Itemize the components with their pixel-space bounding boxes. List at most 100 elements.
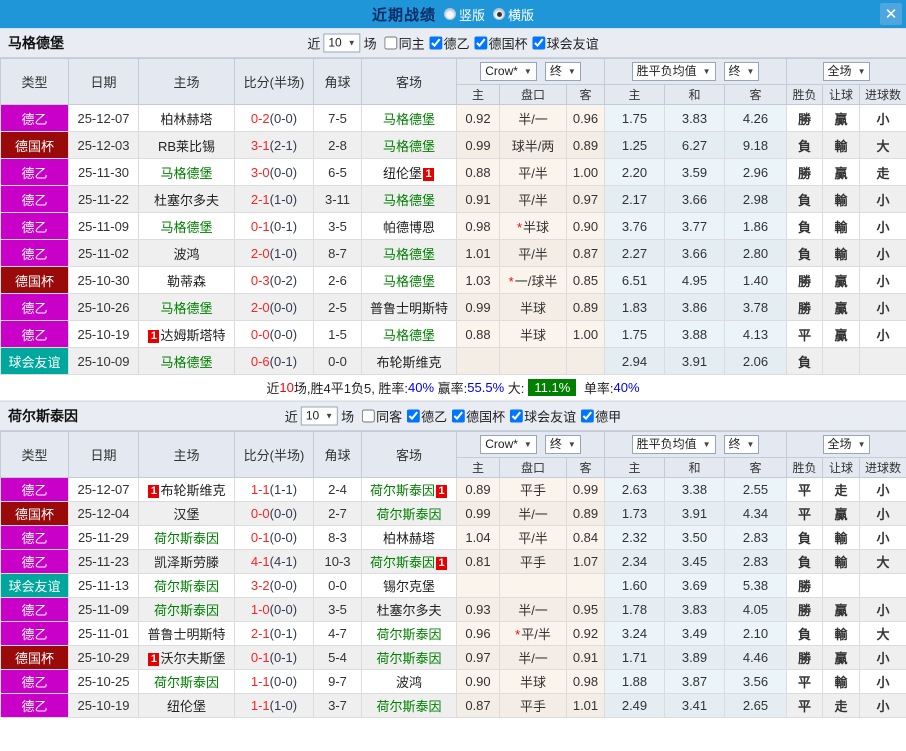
odds-source-select[interactable]: Crow* ▼	[480, 435, 537, 454]
matches-tbody: 德乙 25-12-07 柏林赫塔 0-2(0-0) 7-5 马格德堡 0.92 …	[0, 104, 906, 375]
avg-home-cell: 2.17	[604, 185, 665, 213]
home-team-name[interactable]: 纽伦堡	[167, 699, 206, 714]
away-team-name[interactable]: 荷尔斯泰因	[376, 627, 441, 642]
avg-draw-cell: 3.87	[664, 669, 725, 694]
away-team-name[interactable]: 荷尔斯泰因	[376, 507, 441, 522]
home-team-cell: 1 布轮斯维克	[138, 477, 235, 502]
filter-checkbox[interactable]: 德乙	[407, 407, 447, 426]
home-team-name[interactable]: 勒蒂森	[167, 274, 206, 289]
away-team-name[interactable]: 纽伦堡	[383, 166, 422, 181]
avg-source-select[interactable]: 胜平负均值 ▼	[631, 62, 716, 81]
chevron-down-icon: ▼	[567, 440, 576, 449]
handicap-cell: 平/半	[499, 158, 567, 186]
checkbox-input[interactable]	[407, 409, 421, 423]
avg-source-select[interactable]: 胜平负均值 ▼	[631, 435, 716, 454]
away-team-name[interactable]: 普鲁士明斯特	[370, 301, 448, 316]
filter-checkbox[interactable]: 德甲	[581, 407, 621, 426]
home-team-name[interactable]: 汉堡	[173, 507, 199, 522]
avg-home-cell: 2.63	[604, 477, 665, 502]
filter-checkbox[interactable]: 同主	[384, 34, 425, 53]
away-team-name[interactable]: 波鸿	[396, 675, 422, 690]
layout-radio-horizontal[interactable]: 横版	[493, 5, 534, 24]
home-team-name[interactable]: 杜塞尔多夫	[154, 193, 219, 208]
away-team-name[interactable]: 荷尔斯泰因	[370, 483, 435, 498]
corner-cell: 3-5	[313, 212, 362, 240]
home-team-name[interactable]: 荷尔斯泰因	[154, 603, 219, 618]
home-team-name[interactable]: 普鲁士明斯特	[147, 627, 225, 642]
home-team-name[interactable]: 马格德堡	[160, 355, 212, 370]
away-team-name[interactable]: 荷尔斯泰因	[376, 651, 441, 666]
home-team-name[interactable]: 马格德堡	[160, 220, 212, 235]
away-team-name[interactable]: 马格德堡	[383, 193, 435, 208]
result-goals-cell: 小	[859, 597, 906, 622]
filter-checkbox[interactable]: 球会友谊	[532, 34, 599, 53]
filter-bar: 近 10 ▼ 场 同主 德乙 德国杯 球会友谊	[307, 33, 599, 53]
match-row: 德国杯 25-12-04 汉堡 0-0(0-0) 2-7 荷尔斯泰因 0.99 …	[0, 501, 906, 526]
away-team-name[interactable]: 杜塞尔多夫	[376, 603, 441, 618]
radio-icon[interactable]	[443, 8, 456, 20]
away-team-name[interactable]: 柏林赫塔	[383, 531, 435, 546]
avg-draw-cell: 4.95	[664, 266, 725, 294]
odds-period-select[interactable]: 终 ▼	[544, 435, 581, 454]
away-team-name[interactable]: 马格德堡	[383, 274, 435, 289]
checkbox-input[interactable]	[532, 36, 546, 50]
home-team-name[interactable]: 荷尔斯泰因	[154, 579, 219, 594]
home-team-name[interactable]: 波鸿	[173, 247, 199, 262]
close-button[interactable]: ✕	[880, 3, 902, 25]
away-team-name[interactable]: 荷尔斯泰因	[376, 699, 441, 714]
full-time-score: 0-0	[250, 506, 270, 521]
avg-home-cell: 2.32	[604, 525, 665, 550]
match-count-select[interactable]: 10 ▼	[300, 406, 339, 426]
radio-selected-icon[interactable]	[493, 8, 505, 20]
odds-period-select[interactable]: 终 ▼	[544, 62, 581, 81]
home-team-name[interactable]: 马格德堡	[160, 301, 212, 316]
away-team-name[interactable]: 马格德堡	[383, 139, 435, 154]
home-team-name[interactable]: 凯泽斯劳滕	[154, 555, 219, 570]
filter-checkbox[interactable]: 德国杯	[474, 34, 528, 53]
checkbox-input[interactable]	[384, 36, 398, 50]
corner-cell: 2-7	[313, 501, 362, 526]
checkbox-input[interactable]	[474, 36, 488, 50]
avg-period-select[interactable]: 终 ▼	[723, 435, 760, 454]
match-count-select[interactable]: 10 ▼	[323, 33, 361, 53]
away-team-name[interactable]: 帕德博恩	[383, 220, 435, 235]
home-team-name[interactable]: RB莱比锡	[158, 139, 215, 154]
avg-period-select[interactable]: 终 ▼	[723, 62, 760, 81]
home-team-name[interactable]: 柏林赫塔	[160, 112, 212, 127]
away-team-name[interactable]: 荷尔斯泰因	[370, 555, 435, 570]
filter-checkbox[interactable]: 德国杯	[452, 407, 505, 426]
result-scope-select[interactable]: 全场 ▼	[822, 62, 871, 81]
filter-checkbox[interactable]: 德乙	[429, 34, 470, 53]
full-time-score: 2-1	[250, 191, 270, 207]
avg-home-cell: 3.76	[604, 212, 665, 240]
away-team-cell: 锡尔克堡	[361, 573, 457, 598]
odds-source-select[interactable]: Crow* ▼	[480, 62, 537, 81]
away-team-name[interactable]: 马格德堡	[383, 247, 435, 262]
filter-checkbox[interactable]: 同客	[362, 407, 402, 426]
odds-home-cell	[456, 573, 500, 598]
checkbox-input[interactable]	[452, 409, 466, 423]
layout-radio-vertical[interactable]: 竖版	[443, 5, 485, 24]
home-team-name[interactable]: 布轮斯维克	[160, 483, 225, 498]
checkbox-input[interactable]	[362, 409, 376, 423]
corner-cell: 4-7	[313, 621, 362, 646]
home-team-name[interactable]: 荷尔斯泰因	[154, 531, 219, 546]
result-scope-select[interactable]: 全场 ▼	[822, 435, 871, 454]
checkbox-input[interactable]	[581, 409, 595, 423]
checkbox-input[interactable]	[429, 36, 443, 50]
away-team-name[interactable]: 马格德堡	[383, 328, 435, 343]
away-team-name[interactable]: 锡尔克堡	[383, 579, 435, 594]
home-team-name[interactable]: 沃尔夫斯堡	[160, 651, 225, 666]
score-cell: 3-2(0-0)	[234, 573, 314, 598]
home-team-name[interactable]: 马格德堡	[160, 166, 212, 181]
full-time-score: 0-6	[250, 353, 270, 369]
odds-home-cell: 0.93	[456, 597, 500, 622]
avg-away-cell: 1.86	[723, 212, 788, 240]
home-team-name[interactable]: 达姆斯塔特	[160, 328, 225, 343]
checkbox-input[interactable]	[510, 409, 524, 423]
half-time-score: (1-0)	[269, 698, 298, 713]
home-team-name[interactable]: 荷尔斯泰因	[154, 675, 219, 690]
filter-checkbox[interactable]: 球会友谊	[510, 407, 576, 426]
away-team-name[interactable]: 布轮斯维克	[376, 355, 441, 370]
away-team-name[interactable]: 马格德堡	[383, 112, 435, 127]
